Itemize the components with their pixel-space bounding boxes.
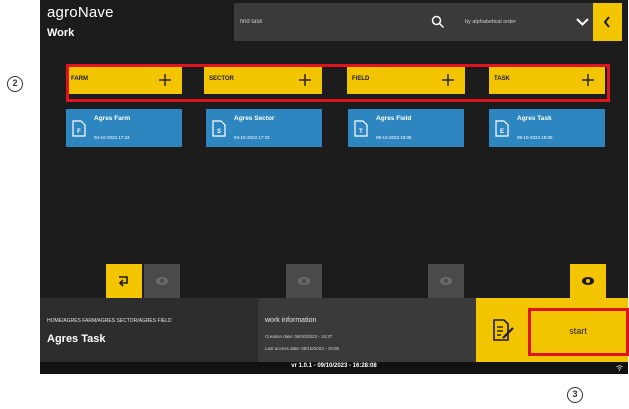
sort-dropdown[interactable]: by alphabetical order (460, 3, 593, 41)
file-letter: F (77, 129, 81, 135)
add-field-button[interactable]: FIELD (347, 66, 465, 94)
sort-label: by alphabetical order (465, 19, 517, 25)
add-farm-button[interactable]: FARM (66, 66, 182, 94)
eye-icon (156, 277, 168, 285)
task-card[interactable]: E Agres Task 09-10-2023 19:05 (489, 109, 605, 147)
plus-icon (159, 74, 171, 86)
brand-part-2: Nave (77, 4, 114, 21)
card-title: Agres Task (517, 115, 552, 122)
add-sector-button[interactable]: SECTOR (204, 66, 322, 94)
view-farm-button[interactable] (144, 264, 180, 298)
bottom-panel: HOME/AGRES FARM/AGRES SECTOR/AGRES FIELD… (40, 298, 628, 362)
work-info-panel: work information Creation date: 09/10/20… (258, 298, 476, 362)
search-box (234, 3, 460, 41)
search-icon[interactable] (431, 15, 445, 29)
current-item-title: Agres Task (47, 333, 106, 345)
category-label: SECTOR (209, 76, 234, 82)
file-icon: F (72, 120, 86, 137)
plus-icon (442, 74, 454, 86)
brand-logo: agroNave (47, 4, 114, 21)
eye-icon (298, 277, 310, 285)
file-icon: T (354, 120, 368, 137)
edit-button[interactable] (476, 298, 528, 362)
plus-icon (582, 74, 594, 86)
plus-icon (299, 74, 311, 86)
farm-card[interactable]: F Agres Farm 04-10-2023 17:33 (66, 109, 182, 147)
search-input[interactable] (234, 3, 424, 41)
chevron-down-icon (576, 18, 589, 26)
add-task-button[interactable]: TASK (489, 66, 605, 94)
view-task-button[interactable] (570, 264, 606, 298)
section-title: Work (47, 27, 75, 39)
card-title: Agres Field (376, 115, 412, 122)
edit-document-icon (493, 319, 514, 341)
eye-icon (582, 277, 594, 285)
version-bar: vr 1.0.1 - 09/10/2023 - 16:28:08 (40, 362, 628, 374)
card-title: Agres Sector (234, 115, 275, 122)
work-info-title: work information (265, 317, 317, 324)
callout-3: 3 (567, 387, 583, 403)
view-field-button[interactable] (428, 264, 464, 298)
header: agroNave Work by alphabetical order (40, 0, 628, 46)
back-button[interactable] (593, 3, 622, 41)
file-letter: T (359, 129, 363, 135)
file-icon: E (495, 120, 509, 137)
wifi-icon (616, 365, 623, 371)
breadcrumb: HOME/AGRES FARM/AGRES SECTOR/AGRES FIELD (47, 318, 172, 324)
swap-button[interactable] (106, 264, 142, 298)
card-date: 04-10-2023 17:33 (234, 135, 270, 140)
field-card[interactable]: T Agres Field 09-10-2023 19:05 (348, 109, 464, 147)
swap-icon (118, 276, 128, 287)
card-title: Agres Farm (94, 115, 131, 122)
app-window: agroNave Work by alphabetical order FARM (40, 0, 628, 374)
view-sector-button[interactable] (286, 264, 322, 298)
start-button[interactable]: start (528, 298, 628, 362)
creation-date: Creation date: 09/10/2023 - 16:37 (265, 334, 333, 339)
file-letter: S (217, 129, 221, 135)
eye-icon (440, 277, 452, 285)
file-letter: E (500, 129, 504, 135)
category-label: FARM (71, 76, 88, 82)
sector-card[interactable]: S Agres Sector 04-10-2023 17:33 (206, 109, 322, 147)
category-label: FIELD (352, 76, 370, 82)
last-access-date: Last access date: 09/10/2023 - 19:05 (265, 346, 340, 351)
category-label: TASK (494, 76, 510, 82)
card-date: 04-10-2023 17:33 (94, 135, 130, 140)
version-text: vr 1.0.1 - 09/10/2023 - 16:28:08 (291, 363, 377, 369)
file-icon: S (212, 120, 226, 137)
start-label: start (569, 326, 587, 336)
callout-2: 2 (7, 76, 23, 92)
category-row: FARM SECTOR FIELD TASK (40, 60, 628, 100)
back-arrow-icon (603, 16, 610, 28)
card-date: 09-10-2023 19:05 (376, 135, 412, 140)
card-date: 09-10-2023 19:05 (517, 135, 553, 140)
brand-part-1: agro (47, 4, 78, 21)
